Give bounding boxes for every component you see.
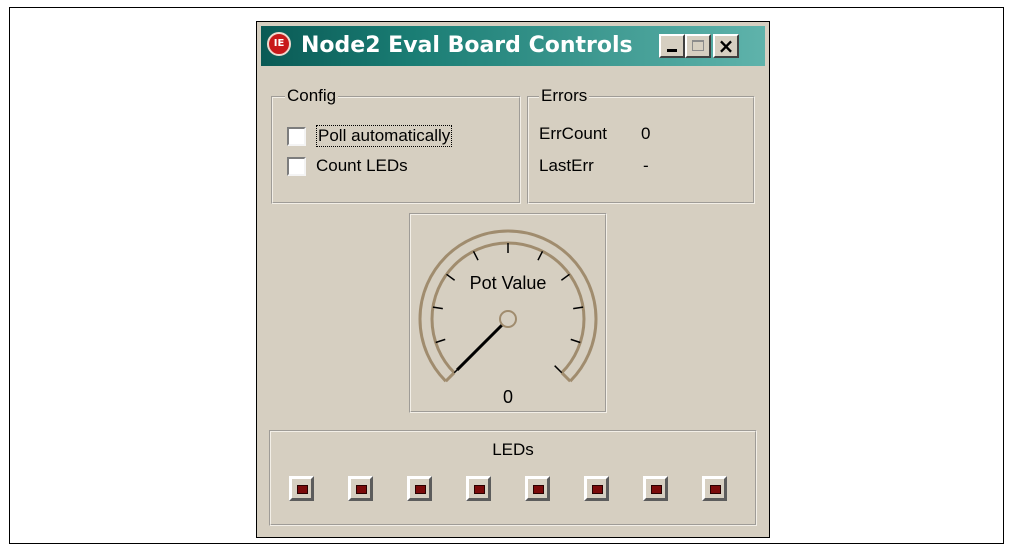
- close-icon: ×: [717, 34, 735, 58]
- gauge-ring: [430, 241, 586, 374]
- gauge-hub: [499, 310, 517, 328]
- window-title: Node2 Eval Board Controls: [301, 33, 633, 58]
- gauge-ring-cap: [560, 371, 572, 383]
- led-button[interactable]: [525, 476, 550, 501]
- gauge-ring-cap: [444, 371, 456, 383]
- errors-group-label: Errors: [539, 86, 590, 106]
- led-button[interactable]: [584, 476, 609, 501]
- led-lamp: [710, 485, 721, 494]
- gauge-tick: [472, 250, 479, 261]
- config-group: Config Poll automatically Count LEDs: [271, 86, 521, 204]
- led-lamp: [533, 485, 544, 494]
- lasterr-value: -: [643, 156, 649, 175]
- errors-group: Errors ErrCount 0 LastErr -: [527, 86, 755, 204]
- gauge-tick: [554, 365, 563, 374]
- title-bar[interactable]: IE Node2 Eval Board Controls ×: [261, 26, 765, 66]
- led-button[interactable]: [643, 476, 668, 501]
- count-leds-checkbox[interactable]: [287, 156, 306, 176]
- pot-value-gauge: Pot Value 0: [409, 213, 607, 413]
- led-lamp: [415, 485, 426, 494]
- led-button[interactable]: [289, 476, 314, 501]
- led-lamp: [297, 485, 308, 494]
- errcount-label: ErrCount: [539, 124, 608, 143]
- leds-label: LEDs: [492, 440, 534, 459]
- poll-automatically-option[interactable]: Poll automatically: [287, 124, 453, 148]
- poll-automatically-label[interactable]: Poll automatically: [316, 125, 453, 147]
- leds-group: LEDs: [269, 430, 757, 526]
- led-lamp: [592, 485, 603, 494]
- app-window: IE Node2 Eval Board Controls × Config Po…: [256, 21, 770, 538]
- maximize-icon: [692, 40, 704, 51]
- gauge-tick: [432, 306, 443, 310]
- led-lamp: [356, 485, 367, 494]
- gauge-tick: [537, 250, 544, 261]
- led-button[interactable]: [466, 476, 491, 501]
- gauge-title: Pot Value: [469, 273, 547, 293]
- app-logo-icon[interactable]: IE: [267, 32, 291, 56]
- close-button[interactable]: ×: [713, 34, 739, 58]
- gauge-value: 0: [502, 387, 513, 407]
- gauge-needle: [456, 317, 510, 371]
- gauge-tick: [570, 338, 581, 344]
- gauge-tick: [435, 338, 446, 344]
- gauge-dial: [418, 229, 598, 383]
- gauge-tick: [573, 306, 584, 310]
- errcount-value: 0: [641, 124, 651, 143]
- lasterr-label: LastErr: [539, 156, 594, 175]
- gauge-ring: [418, 229, 598, 383]
- minimize-icon: [667, 49, 677, 52]
- led-button[interactable]: [407, 476, 432, 501]
- led-button[interactable]: [348, 476, 373, 501]
- led-lamp: [651, 485, 662, 494]
- count-leds-label[interactable]: Count LEDs: [316, 156, 408, 176]
- led-button[interactable]: [702, 476, 727, 501]
- minimize-button[interactable]: [659, 34, 685, 58]
- config-group-label: Config: [285, 86, 339, 106]
- poll-automatically-checkbox[interactable]: [287, 126, 306, 146]
- count-leds-option[interactable]: Count LEDs: [287, 154, 408, 178]
- led-lamp: [474, 485, 485, 494]
- maximize-button[interactable]: [685, 34, 711, 58]
